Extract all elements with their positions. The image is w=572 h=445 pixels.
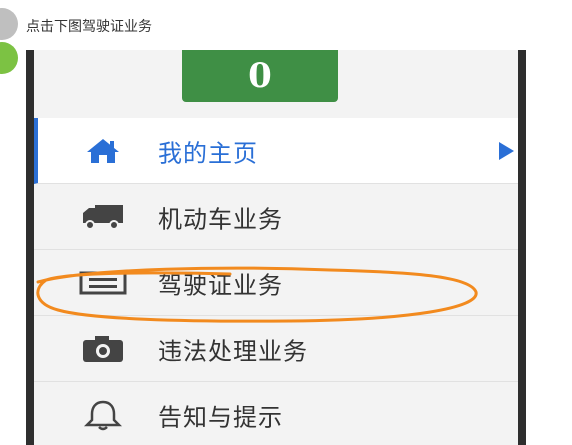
bell-icon <box>78 399 128 431</box>
license-card-icon <box>78 267 128 299</box>
truck-icon <box>78 201 128 233</box>
menu-item-notice-label: 告知与提示 <box>158 403 283 431</box>
menu-item-vehicle-label: 机动车业务 <box>158 205 283 233</box>
menu-item-notice[interactable]: 告知与提示 <box>34 382 518 445</box>
phone-frame: 0 我的主页 机动车业务 驾驶证业务 违法处理业务 告知与提示 <box>26 50 526 445</box>
menu-item-home[interactable]: 我的主页 <box>34 118 518 184</box>
menu-item-home-label: 我的主页 <box>158 139 258 167</box>
menu-item-vehicle[interactable]: 机动车业务 <box>34 184 518 250</box>
menu-item-license-label: 驾驶证业务 <box>158 271 283 299</box>
chevron-right-icon <box>499 141 514 160</box>
menu-item-license[interactable]: 驾驶证业务 <box>34 250 518 316</box>
side-menu: 我的主页 机动车业务 驾驶证业务 违法处理业务 告知与提示 <box>34 118 518 445</box>
header-badge[interactable]: 0 <box>182 50 338 102</box>
menu-item-violation-label: 违法处理业务 <box>158 337 308 365</box>
step-marker-green <box>0 42 18 74</box>
instruction-caption: 点击下图驾驶证业务 <box>26 19 152 35</box>
app-screen: 0 我的主页 机动车业务 驾驶证业务 违法处理业务 告知与提示 <box>34 50 518 445</box>
home-icon <box>78 135 128 167</box>
header-area: 0 <box>34 50 518 118</box>
camera-icon <box>78 333 128 365</box>
step-marker-gray <box>0 8 18 40</box>
menu-item-violation[interactable]: 违法处理业务 <box>34 316 518 382</box>
header-badge-value: 0 <box>248 56 272 96</box>
